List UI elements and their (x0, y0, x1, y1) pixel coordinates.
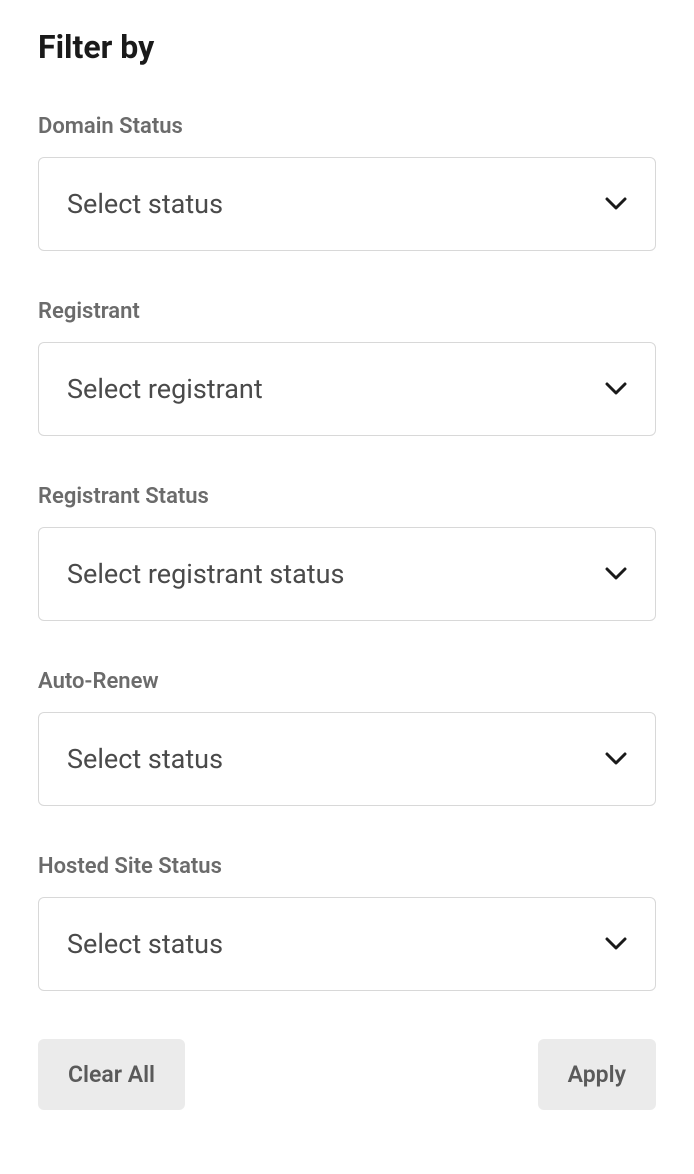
filter-label-auto-renew: Auto-Renew (38, 669, 656, 694)
page-title: Filter by (38, 28, 656, 66)
select-value-auto-renew: Select status (67, 743, 223, 775)
button-row: Clear All Apply (38, 1039, 656, 1110)
select-registrant[interactable]: Select registrant (38, 342, 656, 436)
select-value-domain-status: Select status (67, 188, 223, 220)
filter-registrant-status: Registrant Status Select registrant stat… (38, 484, 656, 621)
filter-label-domain-status: Domain Status (38, 114, 656, 139)
filter-registrant: Registrant Select registrant (38, 299, 656, 436)
select-registrant-status[interactable]: Select registrant status (38, 527, 656, 621)
filter-label-registrant-status: Registrant Status (38, 484, 656, 509)
select-domain-status[interactable]: Select status (38, 157, 656, 251)
select-value-registrant-status: Select registrant status (67, 558, 344, 590)
select-value-hosted-site-status: Select status (67, 928, 223, 960)
filter-label-hosted-site-status: Hosted Site Status (38, 854, 656, 879)
filter-domain-status: Domain Status Select status (38, 114, 656, 251)
select-value-registrant: Select registrant (67, 373, 263, 405)
chevron-down-icon (605, 937, 627, 951)
select-auto-renew[interactable]: Select status (38, 712, 656, 806)
chevron-down-icon (605, 197, 627, 211)
filter-label-registrant: Registrant (38, 299, 656, 324)
filter-auto-renew: Auto-Renew Select status (38, 669, 656, 806)
chevron-down-icon (605, 752, 627, 766)
chevron-down-icon (605, 567, 627, 581)
chevron-down-icon (605, 382, 627, 396)
clear-all-button[interactable]: Clear All (38, 1039, 185, 1110)
apply-button[interactable]: Apply (538, 1039, 656, 1110)
select-hosted-site-status[interactable]: Select status (38, 897, 656, 991)
filter-hosted-site-status: Hosted Site Status Select status (38, 854, 656, 991)
